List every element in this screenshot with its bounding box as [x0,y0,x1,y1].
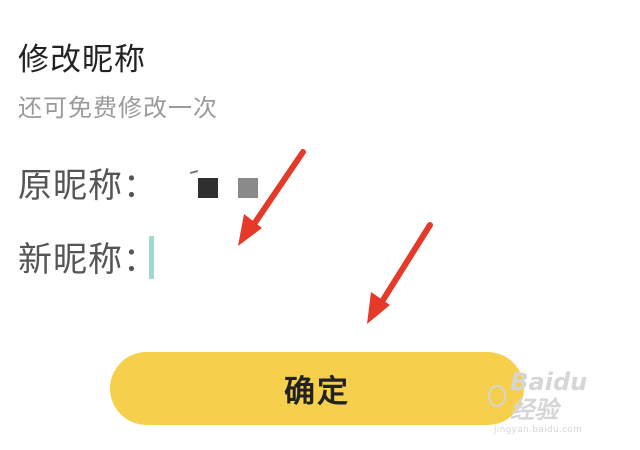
edit-nickname-dialog: 修改昵称 还可免费修改一次 原昵称： 新昵称： 确定 Baidu 经验 jing… [0,0,640,450]
watermark-logo: Baidu 经验 [488,368,616,424]
watermark: Baidu 经验 jingyan.baidu.com [488,368,616,435]
watermark-url: jingyan.baidu.com [494,425,583,435]
arrow-pointing-confirm [367,222,433,324]
watermark-brand: Baidu 经验 [510,368,588,424]
arrow-pointing-input [238,149,306,246]
paw-icon [488,385,507,407]
